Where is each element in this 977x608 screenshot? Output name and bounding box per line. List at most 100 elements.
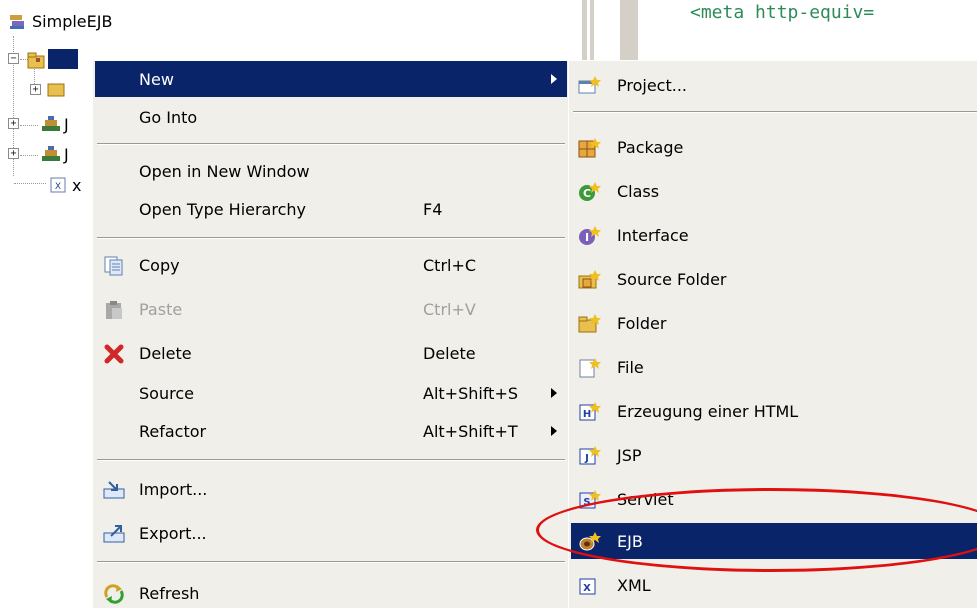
submenu-arrow-icon: [551, 426, 557, 436]
tree-item-folder[interactable]: [46, 78, 70, 100]
tree-guide-line: [20, 125, 38, 126]
menu-item-open-type-hierarchy[interactable]: Open Type Hierarchy F4: [95, 191, 567, 227]
svg-text:I: I: [585, 231, 589, 244]
menu-item-class[interactable]: C Class: [571, 173, 977, 209]
menu-item-shortcut: F4: [423, 199, 443, 219]
menu-item-label: JSP: [617, 445, 642, 465]
delete-icon: [103, 343, 124, 364]
tree-item-label: J: [64, 144, 69, 164]
menu-item-source-folder[interactable]: Source Folder: [571, 261, 977, 297]
menu-separator: [97, 459, 565, 461]
new-ejb-icon: [577, 531, 601, 551]
copy-icon: [103, 255, 123, 276]
svg-text:H: H: [583, 409, 591, 420]
expand-toggle[interactable]: +: [30, 84, 41, 95]
menu-item-refresh[interactable]: Refresh: [95, 575, 567, 608]
paste-icon: [103, 299, 123, 319]
menu-item-shortcut: Alt+Shift+T: [423, 421, 518, 441]
svg-text:J: J: [584, 453, 589, 464]
tree-item-xml[interactable]: X x: [48, 174, 81, 196]
new-class-icon: C: [577, 181, 601, 201]
menu-separator: [97, 237, 565, 239]
menu-item-new[interactable]: New: [95, 61, 567, 97]
menu-item-project[interactable]: Project...: [571, 67, 977, 103]
menu-item-label: Delete: [139, 343, 192, 363]
menu-item-label: New: [139, 69, 174, 89]
menu-item-label: Export...: [139, 523, 207, 543]
menu-separator: [97, 561, 565, 563]
tree-item-src[interactable]: [26, 48, 78, 70]
menu-item-open-in-new-window[interactable]: Open in New Window: [95, 153, 567, 189]
menu-item-label: Open in New Window: [139, 161, 310, 181]
menu-item-jsp[interactable]: J JSP: [571, 437, 977, 473]
menu-item-source[interactable]: Source Alt+Shift+S: [95, 375, 567, 411]
menu-item-label: Source Folder: [617, 269, 727, 289]
tree-item-project[interactable]: SimpleEJB: [8, 10, 112, 32]
splitter[interactable]: [590, 0, 594, 62]
menu-item-label: Interface: [617, 225, 689, 245]
project-icon: [8, 12, 28, 30]
new-file-icon: [577, 357, 601, 378]
menu-item-delete[interactable]: Delete Delete: [95, 335, 567, 371]
menu-item-package[interactable]: Package: [571, 129, 977, 165]
expand-toggle[interactable]: +: [8, 118, 19, 129]
folder-icon: [46, 80, 66, 98]
menu-item-go-into[interactable]: Go Into: [95, 99, 567, 135]
menu-item-label: Go Into: [139, 107, 198, 127]
expand-toggle[interactable]: +: [8, 148, 19, 159]
tree-guide-line: [14, 183, 46, 184]
library-icon: [40, 145, 60, 163]
tree-guide-line: [20, 155, 38, 156]
svg-text:S: S: [583, 497, 590, 508]
menu-item-copy[interactable]: Copy Ctrl+C: [95, 247, 567, 283]
menu-item-label: Open Type Hierarchy: [139, 199, 306, 219]
menu-item-label: Refresh: [139, 583, 200, 603]
menu-item-label: File: [617, 357, 644, 377]
export-icon: [103, 523, 125, 543]
tree-item-library[interactable]: J: [40, 143, 69, 165]
menu-item-interface[interactable]: I Interface: [571, 217, 977, 253]
menu-item-file[interactable]: File: [571, 349, 977, 385]
menu-item-paste[interactable]: Paste Ctrl+V: [95, 291, 567, 327]
menu-item-label: Package: [617, 137, 684, 157]
library-icon: [40, 115, 60, 133]
menu-item-export[interactable]: Export...: [95, 515, 567, 551]
tree-item-label: x: [72, 175, 82, 195]
menu-item-html[interactable]: H Erzeugung einer HTML: [571, 393, 977, 429]
menu-separator: [573, 111, 977, 113]
menu-item-label: Erzeugung einer HTML: [617, 401, 799, 421]
menu-item-shortcut: Ctrl+V: [423, 299, 476, 319]
editor-code-line: <meta http-equiv=: [690, 2, 875, 23]
submenu-arrow-icon: [551, 74, 557, 84]
menu-item-label: Project...: [617, 75, 687, 95]
new-project-icon: [577, 75, 601, 95]
menu-item-label: Folder: [617, 313, 667, 333]
import-icon: [103, 479, 125, 499]
menu-item-label: Source: [139, 383, 194, 403]
menu-item-refactor[interactable]: Refactor Alt+Shift+T: [95, 413, 567, 449]
new-package-icon: [577, 137, 601, 158]
splitter[interactable]: [582, 0, 587, 62]
new-jsp-icon: J: [577, 445, 601, 465]
menu-item-label: Copy: [139, 255, 180, 275]
new-submenu: Project... Package C Class I Interface S…: [568, 60, 977, 608]
menu-item-xml[interactable]: X XML: [571, 567, 977, 603]
new-interface-icon: I: [577, 225, 601, 245]
svg-text:X: X: [55, 182, 61, 192]
project-label: SimpleEJB: [32, 11, 113, 31]
menu-item-label: Refactor: [139, 421, 207, 441]
context-menu: New Go Into Open in New Window Open Type…: [92, 60, 570, 608]
menu-separator: [97, 143, 565, 145]
menu-item-import[interactable]: Import...: [95, 471, 567, 507]
menu-item-label: XML: [617, 575, 651, 595]
tree-item-library[interactable]: J: [40, 113, 69, 135]
menu-item-folder[interactable]: Folder: [571, 305, 977, 341]
menu-item-shortcut: Ctrl+C: [423, 255, 477, 275]
menu-item-ejb[interactable]: EJB: [571, 523, 977, 559]
collapse-toggle[interactable]: −: [8, 53, 19, 64]
menu-item-label: Servlet: [617, 489, 674, 509]
menu-item-servlet[interactable]: S Servlet: [571, 481, 977, 517]
svg-text:X: X: [583, 583, 591, 594]
new-servlet-icon: S: [577, 489, 601, 509]
new-html-icon: H: [577, 401, 601, 421]
